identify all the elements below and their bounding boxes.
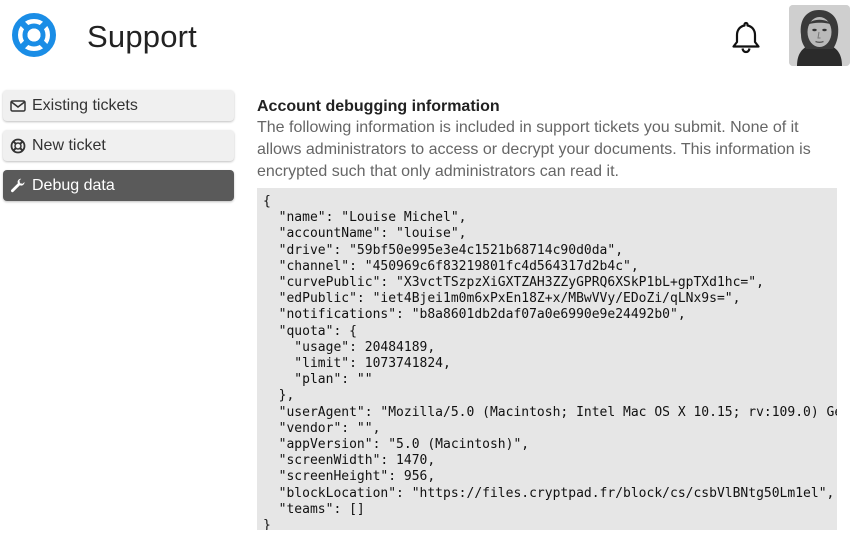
envelope-icon [10, 98, 26, 114]
sidebar: Existing tickets New ticket Debug data [3, 90, 234, 210]
avatar[interactable] [789, 5, 850, 66]
header: Support [0, 0, 854, 80]
sidebar-item-label: Existing tickets [32, 96, 138, 114]
section-title: Account debugging information [257, 98, 500, 115]
lifebuoy-icon [10, 138, 26, 154]
sidebar-item-debug-data[interactable]: Debug data [3, 170, 234, 201]
debug-data-code-block[interactable]: { "name": "Louise Michel", "accountName"… [257, 188, 837, 530]
section-description: The following information is included in… [257, 119, 811, 180]
wrench-icon [10, 178, 26, 194]
sidebar-item-label: New ticket [32, 136, 106, 154]
sidebar-item-existing-tickets[interactable]: Existing tickets [3, 90, 234, 121]
page-title: Support [87, 19, 197, 54]
sidebar-item-label: Debug data [32, 176, 115, 194]
sidebar-item-new-ticket[interactable]: New ticket [3, 130, 234, 161]
bell-icon[interactable] [730, 20, 762, 54]
main-content: Account debugging information The follow… [257, 97, 847, 530]
lifebuoy-icon[interactable] [12, 13, 56, 57]
